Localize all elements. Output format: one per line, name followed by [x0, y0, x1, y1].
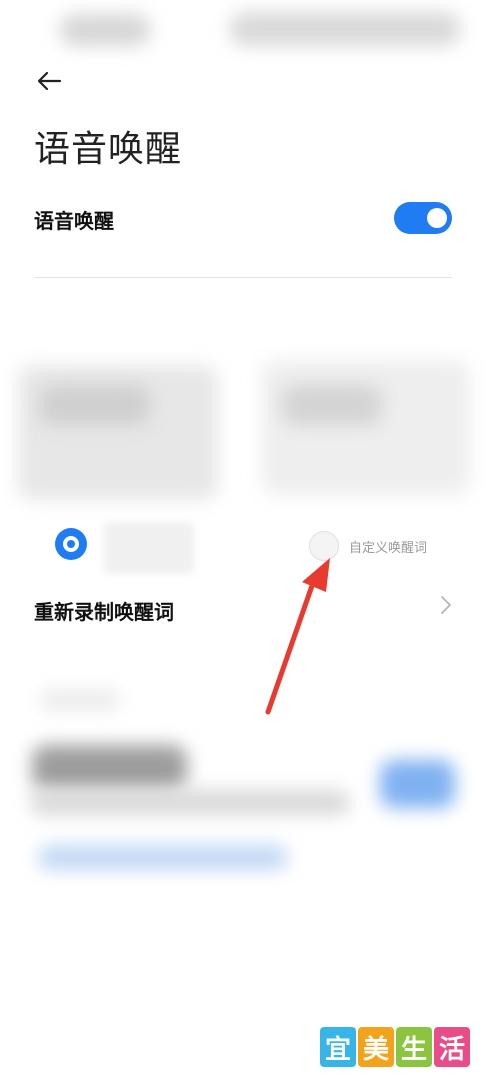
watermark-char: 宜 [320, 1027, 356, 1067]
toggle-knob [427, 208, 447, 228]
voice-wakeup-label: 语音唤醒 [34, 209, 114, 233]
chevron-right-icon [441, 596, 451, 614]
default-wake-word-radio[interactable] [55, 528, 87, 560]
watermark-char: 活 [434, 1027, 470, 1067]
watermark-char: 生 [396, 1027, 432, 1067]
radio-dot [67, 540, 75, 548]
wake-word-card-default-text [40, 385, 150, 425]
red-annotation-arrow-icon [265, 558, 330, 715]
watermark-char: 美 [358, 1027, 394, 1067]
status-bar-left [60, 14, 150, 46]
blurred-section-title [32, 745, 187, 790]
blurred-toggle[interactable] [380, 760, 455, 808]
wake-word-card-custom-text [282, 385, 382, 425]
wake-word-card-custom[interactable] [262, 360, 470, 495]
blurred-link[interactable] [38, 845, 288, 870]
blurred-section-header [40, 690, 120, 710]
watermark-logo: 宜 美 生 活 [320, 1027, 470, 1067]
custom-wake-word-label: 自定义唤醒词 [349, 541, 428, 556]
voice-wakeup-toggle[interactable] [394, 202, 452, 234]
rerecord-wake-word-item[interactable]: 重新录制唤醒词 [34, 596, 174, 625]
default-wake-word-label [104, 522, 194, 574]
blurred-section-desc [30, 790, 350, 815]
status-bar-right [230, 12, 460, 46]
back-arrow-icon[interactable] [34, 66, 64, 96]
page-title: 语音唤醒 [34, 129, 183, 170]
divider [34, 277, 452, 278]
